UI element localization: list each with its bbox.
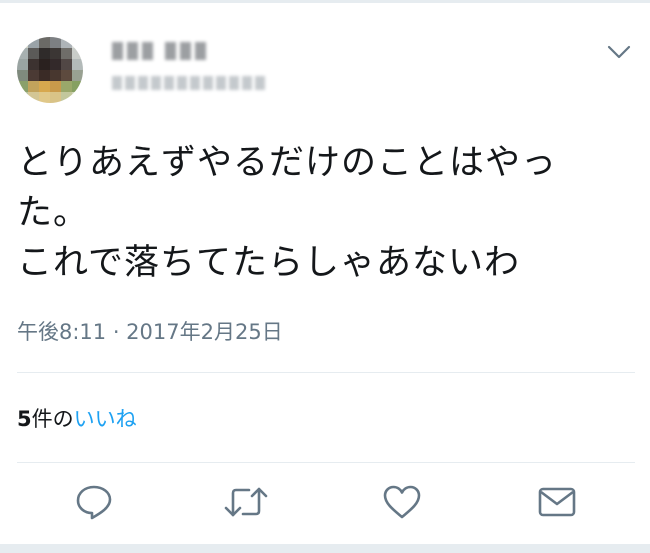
- reply-icon[interactable]: [70, 478, 118, 526]
- heart-icon[interactable]: [378, 478, 426, 526]
- avatar[interactable]: [17, 37, 83, 103]
- chevron-down-icon[interactable]: [606, 42, 632, 62]
- retweet-icon[interactable]: [222, 478, 270, 526]
- divider: [17, 372, 635, 373]
- username-blurred[interactable]: [112, 76, 265, 92]
- tweet-text: とりあえずやるだけのことはやっ た。 これで落ちてたらしゃあないわ: [17, 143, 558, 283]
- envelope-icon[interactable]: [533, 478, 581, 526]
- likes-counter-label: 件の: [31, 407, 74, 431]
- top-border: [0, 0, 650, 3]
- likes-link[interactable]: いいね: [74, 407, 137, 431]
- likes-summary[interactable]: 5件のいいね: [17, 403, 137, 433]
- likes-count: 5: [17, 407, 32, 431]
- display-name-blurred[interactable]: [112, 42, 206, 62]
- divider: [17, 462, 635, 463]
- bottom-border: [0, 544, 650, 553]
- tweet-timestamp[interactable]: 午後8:11 · 2017年2月25日: [17, 316, 283, 346]
